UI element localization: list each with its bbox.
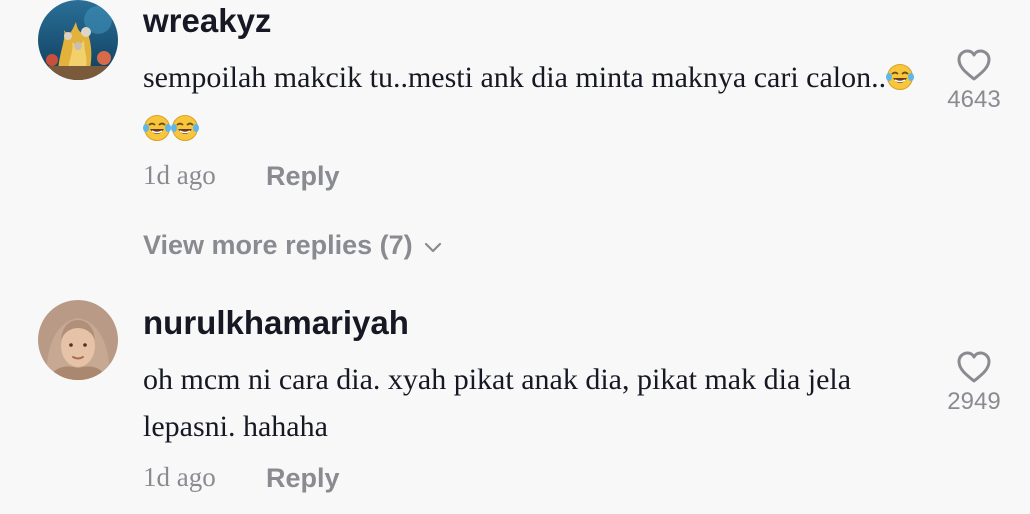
avatar[interactable] — [38, 0, 118, 80]
reply-button[interactable]: Reply — [266, 463, 340, 494]
view-more-replies-button[interactable]: View more replies (7) — [143, 230, 443, 262]
like-count: 2949 — [947, 388, 1001, 415]
reply-button[interactable]: Reply — [266, 161, 340, 192]
username[interactable]: nurulkhamariyah — [143, 304, 409, 342]
heart-icon — [940, 350, 1008, 384]
comment-text: oh mcm ni cara dia. xyah pikat anak dia,… — [143, 363, 852, 443]
chevron-down-icon — [423, 231, 443, 262]
view-more-replies-label: View more replies (7) — [143, 230, 413, 260]
avatar[interactable] — [38, 300, 118, 380]
like-button[interactable]: 4643 — [940, 48, 1008, 114]
comment-text: sempoilah makcik tu..mesti ank dia minta… — [143, 54, 933, 156]
comment-text-content: sempoilah makcik tu..mesti ank dia minta… — [143, 61, 887, 94]
like-button[interactable]: 2949 — [940, 350, 1008, 416]
username[interactable]: wreakyz — [143, 2, 271, 40]
like-count: 4643 — [947, 86, 1001, 113]
comment-timestamp: 1d ago — [143, 160, 216, 190]
face-with-tears-of-joy-icon — [886, 58, 915, 105]
heart-icon — [940, 48, 1008, 82]
face-with-tears-of-joy-icon — [171, 109, 199, 156]
face-with-tears-of-joy-icon — [143, 109, 171, 156]
comment-timestamp: 1d ago — [143, 462, 216, 492]
